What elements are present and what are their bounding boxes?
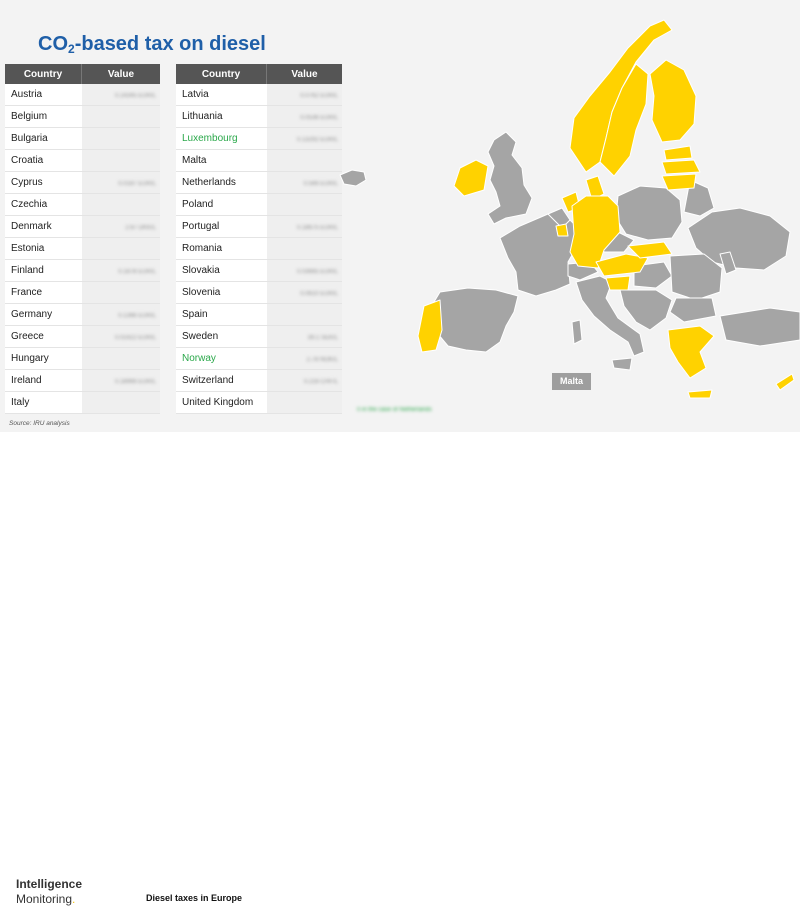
map-region-luxembourg (555, 223, 569, 237)
footer: Intelligence Monitoring. Diesel taxes in… (0, 432, 800, 906)
map-region-latvia (661, 159, 701, 175)
logo-text-monitoring: Monitoring. (16, 892, 76, 906)
map-note: 0 in the case of Netherlands (357, 407, 432, 413)
map-region-united-kingdom (487, 131, 533, 225)
map-region-cyprus (775, 373, 795, 391)
map-region-poland (615, 185, 683, 241)
europe-map (339, 19, 800, 399)
footer-title: Diesel taxes in Europe (146, 893, 243, 903)
map-region-iceland (339, 169, 367, 187)
map-region-crete (687, 389, 713, 399)
map-region-bulgaria (669, 297, 717, 323)
map-region-turkey (719, 307, 800, 347)
map-region-sardinia (571, 319, 583, 345)
logo-text-intelligence: Intelligence (16, 877, 83, 891)
malta-label: Malta (552, 373, 591, 390)
map-region-finland (649, 59, 697, 143)
map-region-estonia (663, 145, 693, 161)
map-region-france (499, 213, 583, 297)
map-region-spain (429, 287, 519, 353)
map-region-lithuania (661, 173, 697, 191)
map-region-slovenia (605, 275, 631, 291)
map-region-portugal (417, 299, 443, 353)
map-region-sicily (611, 357, 633, 371)
map-region-greece (667, 325, 715, 379)
map-region-balkans (619, 289, 673, 331)
map-region-ireland (453, 159, 489, 197)
slide: CO2-based tax on diesel Country Value Au… (0, 0, 800, 432)
